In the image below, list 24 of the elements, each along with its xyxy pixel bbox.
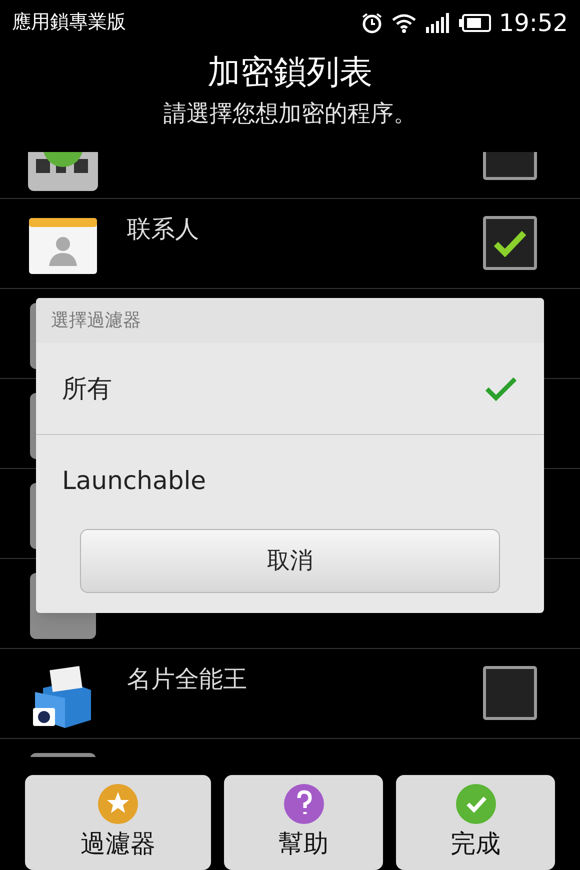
check-icon [484, 376, 518, 402]
wifi-icon [390, 12, 417, 32]
app-name: 應用鎖專業版 [12, 10, 126, 36]
contacts-icon [29, 218, 97, 274]
check-icon [493, 229, 527, 257]
check-icon [454, 782, 496, 825]
toolbar-button[interactable]: 過濾器 [25, 775, 211, 870]
battery-icon [458, 14, 491, 32]
clock: 19:52 [498, 8, 568, 38]
toolbar-button[interactable]: 完成 [396, 775, 555, 870]
filter-option[interactable]: Launchable [36, 435, 544, 527]
app-name: 名片全能王 [127, 665, 247, 693]
filter-option[interactable]: 所有 [36, 343, 544, 435]
toolbar-button[interactable]: 幫助 [224, 775, 383, 870]
checkbox[interactable] [483, 216, 537, 270]
dialog-title: 選擇過濾器 [51, 309, 141, 333]
cancel-button[interactable]: 取消 [80, 529, 500, 593]
checkbox[interactable] [483, 666, 537, 720]
alarm-icon [360, 12, 383, 34]
signal-icon [424, 12, 451, 32]
question-mark-icon [282, 782, 324, 825]
app-name: 联系人 [127, 215, 199, 243]
page-subtitle: 請選擇您想加密的程序。 [164, 100, 416, 129]
page-title: 加密鎖列表 [208, 51, 372, 93]
